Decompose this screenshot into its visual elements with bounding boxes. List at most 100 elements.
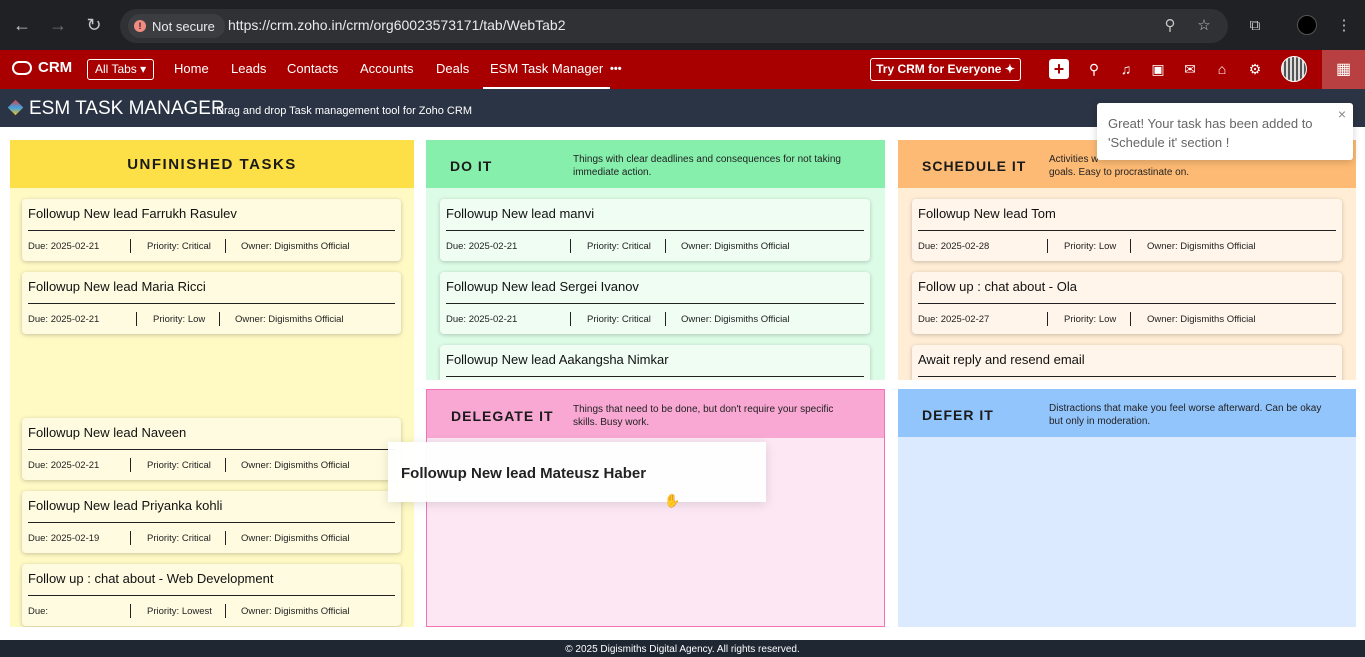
reload-icon[interactable]: ↻ [82, 13, 106, 37]
task-card[interactable]: Followup New lead Priyanka kohli Due: 20… [22, 491, 401, 553]
task-card[interactable]: Followup New lead Farrukh Rasulev Due: 2… [22, 199, 401, 261]
task-title: Follow up : chat about - Ola [918, 279, 1077, 294]
dragged-task-title: Followup New lead Mateusz Haber [401, 465, 647, 482]
create-plus-icon[interactable]: + [1049, 59, 1069, 79]
task-due: Due: 2025-02-21 [28, 241, 100, 252]
task-card[interactable]: Followup New lead Aakangsha Nimkar [440, 345, 870, 380]
search-icon[interactable]: ⚲ [1085, 60, 1103, 78]
task-card[interactable]: Followup New lead Naveen Due: 2025-02-21… [22, 418, 401, 480]
task-owner: Owner: Digismiths Official [1147, 314, 1256, 325]
divider [130, 239, 131, 253]
column-schedule-it: SCHEDULE IT Activities w goals. Easy to … [898, 140, 1356, 380]
tab-home[interactable]: Home [174, 50, 209, 89]
back-icon[interactable]: ← [10, 13, 34, 37]
divider [665, 239, 666, 253]
divider [225, 531, 226, 545]
divider [1047, 312, 1048, 326]
task-priority: Priority: Critical [587, 314, 651, 325]
column-header: DEFER IT Distractions that make you feel… [898, 389, 1356, 437]
column-delegate-it[interactable]: DELEGATE IT Things that need to be done,… [426, 389, 885, 627]
column-unfinished: UNFINISHED TASKS Followup New lead Farru… [10, 140, 414, 627]
all-tabs-label: All Tabs [95, 62, 137, 76]
task-title: Followup New lead Priyanka kohli [28, 498, 223, 513]
task-card[interactable]: Followup New lead Maria Ricci Due: 2025-… [22, 272, 401, 334]
task-card[interactable]: Followup New lead Sergei Ivanov Due: 202… [440, 272, 870, 334]
calendar-icon[interactable]: ▣ [1149, 60, 1167, 78]
divider [28, 449, 395, 450]
tab-deals[interactable]: Deals [436, 50, 469, 89]
url-text[interactable]: https://crm.zoho.in/crm/org60023573171/t… [228, 17, 566, 33]
divider [570, 312, 571, 326]
warning-icon: ! [134, 20, 146, 32]
column-title: SCHEDULE IT [922, 158, 1027, 174]
dragged-task-card[interactable]: Followup New lead Mateusz Haber [388, 442, 766, 502]
task-card[interactable]: Await reply and resend email [912, 345, 1342, 380]
task-owner: Owner: Digismiths Official [235, 314, 344, 325]
divider [446, 230, 864, 231]
task-due: Due: 2025-02-27 [918, 314, 990, 325]
tab-leads[interactable]: Leads [231, 50, 266, 89]
task-priority: Priority: Critical [147, 460, 211, 471]
user-avatar[interactable] [1281, 56, 1307, 82]
extensions-icon[interactable]: ⧉ [1245, 16, 1265, 36]
crm-logo[interactable]: CRM [12, 59, 72, 76]
divider [918, 303, 1336, 304]
zoho-logo-icon [12, 60, 32, 75]
apps-grid-icon[interactable]: ▦ [1322, 50, 1365, 89]
tab-accounts[interactable]: Accounts [360, 50, 413, 89]
forward-icon[interactable]: → [46, 13, 70, 37]
task-owner: Owner: Digismiths Official [1147, 241, 1256, 252]
gear-icon[interactable]: ⚙ [1246, 60, 1264, 78]
task-owner: Owner: Digismiths Official [681, 241, 790, 252]
mail-icon[interactable]: ✉ [1181, 60, 1199, 78]
divider [665, 312, 666, 326]
divider [136, 312, 137, 326]
task-owner: Owner: Digismiths Official [241, 606, 350, 617]
task-title: Followup New lead Farrukh Rasulev [28, 206, 237, 221]
divider [1047, 239, 1048, 253]
marketplace-icon[interactable]: ⌂ [1213, 60, 1231, 78]
more-tabs-icon[interactable]: ••• [610, 50, 622, 89]
success-toast: Great! Your task has been added to 'Sche… [1097, 103, 1353, 160]
divider [446, 303, 864, 304]
task-due: Due: 2025-02-19 [28, 533, 100, 544]
task-card[interactable]: Followup New lead Tom Due: 2025-02-28 Pr… [912, 199, 1342, 261]
column-title: DEFER IT [922, 407, 994, 423]
task-priority: Priority: Critical [147, 241, 211, 252]
tab-esm-task-manager[interactable]: ESM Task Manager [483, 50, 611, 89]
task-card[interactable]: Followup New lead manvi Due: 2025-02-21 … [440, 199, 870, 261]
grab-hand-cursor-icon: ✋ [664, 493, 681, 508]
address-bar[interactable]: ! Not secure https://crm.zoho.in/crm/org… [120, 9, 1228, 43]
task-title: Followup New lead Naveen [28, 425, 187, 440]
profile-avatar[interactable] [1297, 15, 1317, 35]
divider [225, 604, 226, 618]
task-title: Followup New lead Tom [918, 206, 1056, 221]
task-card[interactable]: Follow up : chat about - Ola Due: 2025-0… [912, 272, 1342, 334]
crm-top-bar: CRM All Tabs ▾ Home Leads Contacts Accou… [0, 50, 1365, 89]
task-owner: Owner: Digismiths Official [241, 533, 350, 544]
all-tabs-dropdown[interactable]: All Tabs ▾ [87, 59, 155, 80]
task-owner: Owner: Digismiths Official [681, 314, 790, 325]
browser-menu-icon[interactable]: ⋮ [1334, 16, 1354, 36]
zoom-icon[interactable]: ⚲ [1160, 16, 1180, 36]
task-card[interactable]: Follow up : chat about - Web Development… [22, 564, 401, 626]
task-owner: Owner: Digismiths Official [241, 241, 350, 252]
column-description: Things with clear deadlines and conseque… [573, 154, 841, 178]
task-owner: Owner: Digismiths Official [241, 460, 350, 471]
column-defer-it[interactable]: DEFER IT Distractions that make you feel… [898, 389, 1356, 627]
security-chip[interactable]: ! Not secure [128, 14, 225, 38]
try-crm-button[interactable]: Try CRM for Everyone ✦ [870, 58, 1021, 81]
tab-contacts[interactable]: Contacts [287, 50, 338, 89]
bell-icon[interactable]: ♫ [1117, 60, 1135, 78]
bookmark-star-icon[interactable]: ☆ [1194, 16, 1214, 36]
close-icon[interactable]: × [1338, 106, 1346, 122]
task-title: Await reply and resend email [918, 352, 1085, 367]
column-description: Distractions that make you feel worse af… [1049, 403, 1322, 427]
divider [28, 303, 395, 304]
task-due: Due: 2025-02-21 [446, 314, 518, 325]
column-header: DELEGATE IT Things that need to be done,… [427, 390, 884, 438]
task-due: Due: 2025-02-28 [918, 241, 990, 252]
divider [446, 376, 864, 377]
divider [219, 312, 220, 326]
task-title: Follow up : chat about - Web Development [28, 571, 274, 586]
